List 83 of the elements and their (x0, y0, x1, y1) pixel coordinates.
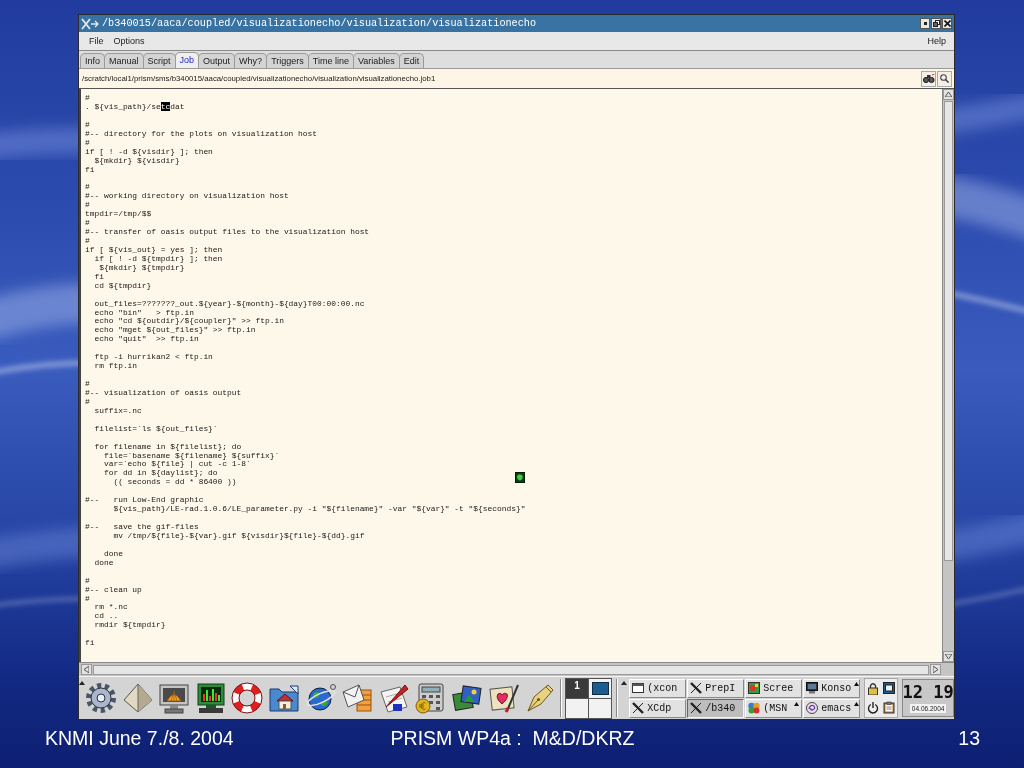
caret-up-icon (794, 701, 800, 706)
close-icon (943, 20, 951, 27)
tab[interactable]: Variables (353, 53, 400, 68)
left-arrow-icon (84, 666, 89, 673)
x-icon (690, 702, 703, 714)
tab[interactable]: Output (198, 53, 236, 68)
tab[interactable]: Why? (234, 53, 268, 68)
x-icon (690, 682, 703, 694)
down-arrow-icon (945, 654, 952, 659)
scroll-right-button[interactable] (930, 664, 941, 675)
taskbar-button[interactable]: Scree (745, 678, 803, 698)
envelope-stack-icon[interactable] (341, 682, 374, 714)
quill-paper-icon[interactable] (377, 682, 410, 714)
desktop-button[interactable] (589, 678, 612, 698)
desktop-button[interactable] (566, 698, 589, 718)
x-icon (632, 702, 645, 714)
canvas-brush-icon[interactable] (487, 682, 520, 714)
picture-icon (748, 682, 761, 694)
lock-icon[interactable] (867, 682, 880, 695)
x-arrow-icon[interactable] (81, 17, 99, 30)
footer-text: PRISM WP4a : M&D/DKRZ (390, 727, 635, 749)
menu-item[interactable]: File (84, 33, 109, 49)
taskbar-button[interactable]: /b340 (687, 698, 745, 718)
taskbar-button[interactable]: emacs (803, 698, 861, 718)
binoculars-icon (922, 74, 935, 83)
pictures-icon[interactable] (450, 682, 483, 714)
minimize-icon (923, 22, 927, 25)
butterfly-icon (748, 702, 761, 714)
power-icon[interactable] (867, 701, 880, 714)
scroll-left-button[interactable] (81, 664, 92, 675)
window-title: /b340015/aaca/coupled/visualizationecho/visualization/visualizationecho (102, 17, 537, 30)
find-button[interactable] (921, 70, 936, 87)
taskbar-button[interactable]: XCdp (629, 698, 687, 718)
taskbar-button[interactable]: (xcon (629, 678, 687, 698)
monitor-shell-icon[interactable] (158, 682, 191, 714)
caret-up-icon (854, 681, 860, 686)
footer-text: KNMI June 7./8. 2004 (45, 727, 234, 749)
tab[interactable]: Job (174, 52, 200, 68)
up-arrow-icon (945, 92, 952, 97)
horizontal-scrollbar[interactable] (79, 662, 954, 676)
clipboard-icon[interactable] (883, 701, 896, 714)
window-thumbnail-icon (591, 681, 609, 695)
taskbar-button[interactable]: (MSN (745, 698, 803, 718)
calculator-icon[interactable] (414, 682, 447, 714)
lifebuoy-icon[interactable] (231, 682, 264, 714)
right-arrow-icon (933, 666, 938, 673)
monitor-icon[interactable] (883, 682, 896, 695)
up-arrow-icon[interactable] (79, 681, 85, 685)
taskbar-button[interactable]: Konso (803, 678, 861, 698)
tab[interactable]: Script (142, 53, 176, 68)
caret-up-icon (854, 701, 860, 706)
tab[interactable]: Edit (398, 53, 425, 68)
menu-item[interactable]: Help (922, 33, 951, 49)
minimize-button[interactable] (920, 18, 930, 29)
menu-item[interactable]: Options (108, 33, 150, 49)
globe-icon[interactable] (304, 682, 337, 714)
page-number: 13 (958, 727, 980, 749)
tab[interactable]: Info (80, 53, 105, 68)
tile-icon (515, 472, 525, 483)
close-button[interactable] (942, 18, 952, 29)
restore-icon (932, 20, 940, 27)
tab[interactable]: Manual (104, 53, 144, 68)
search-button[interactable] (937, 70, 952, 87)
vertical-scrollbar[interactable] (942, 89, 954, 662)
swirl-icon (806, 702, 819, 714)
monitor-chart-icon[interactable] (194, 682, 227, 714)
tab[interactable]: Triggers (266, 53, 309, 68)
window-icon (632, 682, 645, 694)
search-icon (940, 74, 949, 83)
scrollbar-thumb[interactable] (944, 101, 953, 561)
scrollbar-thumb[interactable] (93, 664, 929, 675)
desktop-button[interactable]: 1 (566, 678, 589, 698)
scroll-down-button[interactable] (943, 651, 954, 662)
taskbar-button[interactable]: PrepI (687, 678, 745, 698)
monitor-icon (806, 682, 819, 694)
up-arrow-icon[interactable] (621, 681, 628, 685)
scroll-up-button[interactable] (943, 89, 954, 100)
desktop-button[interactable] (589, 698, 612, 718)
maximize-button[interactable] (931, 18, 941, 29)
tab[interactable]: Time line (307, 53, 354, 68)
clock-time: 12 19 (902, 681, 954, 704)
house-folder-icon[interactable] (267, 682, 300, 714)
gear-icon[interactable] (85, 682, 117, 714)
